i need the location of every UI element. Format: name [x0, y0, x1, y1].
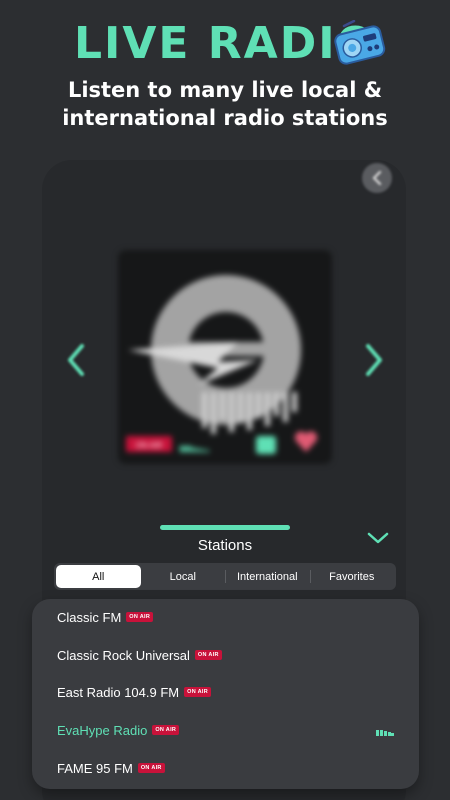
heart-icon[interactable]: [294, 431, 318, 452]
station-artwork: ON AIR: [118, 250, 332, 464]
on-air-badge: ON AIR: [137, 763, 165, 773]
filter-tab-all[interactable]: All: [56, 565, 141, 588]
radio-icon: [334, 20, 386, 65]
station-name: East Radio 104.9 FM: [57, 684, 180, 700]
chevron-left-icon: [372, 171, 382, 185]
hero-subtitle-line1: Listen to many live local &: [67, 78, 383, 102]
station-logo-icon: ON AIR: [126, 275, 318, 454]
station-name: EvaHype Radio: [57, 722, 148, 738]
hero-subtitle: Listen to many live local & internationa…: [0, 76, 450, 132]
list-item[interactable]: East Radio 104.9 FM ON AIR: [57, 682, 211, 702]
equalizer-icon: [376, 730, 394, 736]
list-item[interactable]: EvaHype Radio ON AIR: [57, 720, 180, 740]
station-list: Classic FM ON AIR Classic Rock Universal…: [32, 599, 419, 789]
on-air-badge-label: ON AIR: [135, 441, 162, 450]
on-air-badge: ON AIR: [152, 725, 180, 735]
next-station-button[interactable]: [358, 340, 388, 380]
station-name: Classic Rock Universal: [57, 647, 190, 663]
filter-segmented-control: All Local International Favorites: [54, 563, 396, 590]
equalizer-icon: [180, 446, 209, 452]
list-item[interactable]: FAME 95 FM ON AIR: [57, 758, 165, 778]
on-air-badge: ON AIR: [194, 650, 222, 660]
station-name: Classic FM: [57, 609, 122, 625]
list-item[interactable]: Classic Rock Universal ON AIR: [57, 645, 222, 665]
on-air-badge: ON AIR: [126, 612, 154, 622]
list-item[interactable]: Classic FM ON AIR: [57, 607, 154, 627]
back-button[interactable]: [362, 163, 392, 193]
filter-tab-local[interactable]: Local: [141, 565, 226, 588]
like-icon[interactable]: [256, 436, 276, 454]
hero-subtitle-line2: international radio stations: [62, 106, 388, 130]
on-air-badge: ON AIR: [184, 687, 211, 697]
drag-handle[interactable]: [160, 525, 290, 530]
previous-station-button[interactable]: [62, 340, 92, 380]
station-name: FAME 95 FM: [57, 760, 133, 776]
filter-tab-favorites[interactable]: Favorites: [309, 565, 395, 588]
chevron-down-icon[interactable]: [366, 530, 390, 546]
filter-tab-international[interactable]: International: [225, 565, 310, 588]
